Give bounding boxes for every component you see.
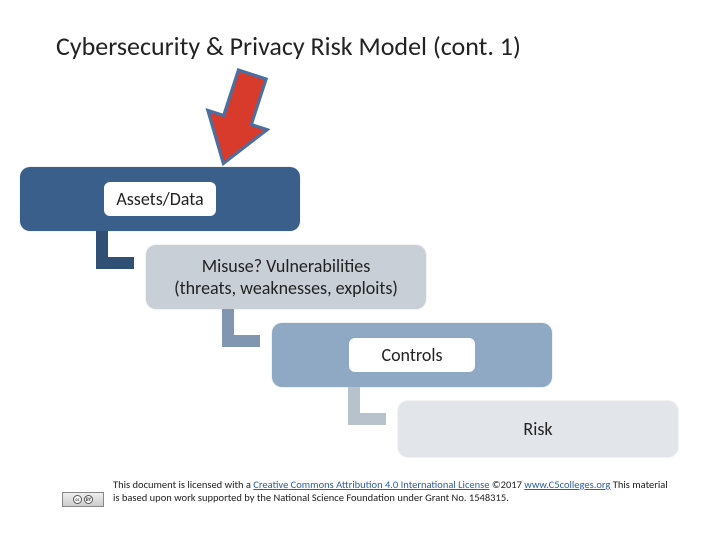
connector-2 bbox=[222, 309, 260, 347]
footer-license-text: This document is licensed with a Creativ… bbox=[113, 478, 673, 504]
license-link[interactable]: Creative Commons Attribution 4.0 Interna… bbox=[253, 478, 489, 491]
box-assets-label: Assets/Data bbox=[104, 182, 215, 216]
box-controls: Controls bbox=[272, 323, 552, 387]
down-arrow-icon bbox=[186, 59, 289, 181]
box-controls-label: Controls bbox=[349, 338, 474, 372]
box-assets: Assets/Data bbox=[20, 167, 300, 231]
site-link[interactable]: www.C5colleges.org bbox=[524, 478, 610, 491]
box-risk-label: Risk bbox=[523, 418, 552, 440]
slide-title: Cybersecurity & Privacy Risk Model (cont… bbox=[56, 30, 521, 62]
connector-1 bbox=[96, 231, 134, 269]
footer-mid: ©2017 bbox=[489, 478, 524, 491]
box-misuse: Misuse? Vulnerabilities (threats, weakne… bbox=[146, 245, 426, 309]
connector-3 bbox=[348, 387, 386, 425]
box-risk: Risk bbox=[398, 401, 678, 457]
box-misuse-line1: Misuse? Vulnerabilities bbox=[202, 255, 371, 278]
footer-prefix: This document is licensed with a bbox=[113, 478, 253, 491]
box-misuse-line2: (threats, weaknesses, exploits) bbox=[174, 277, 398, 300]
cc-by-badge-icon: ccBY bbox=[62, 492, 104, 507]
